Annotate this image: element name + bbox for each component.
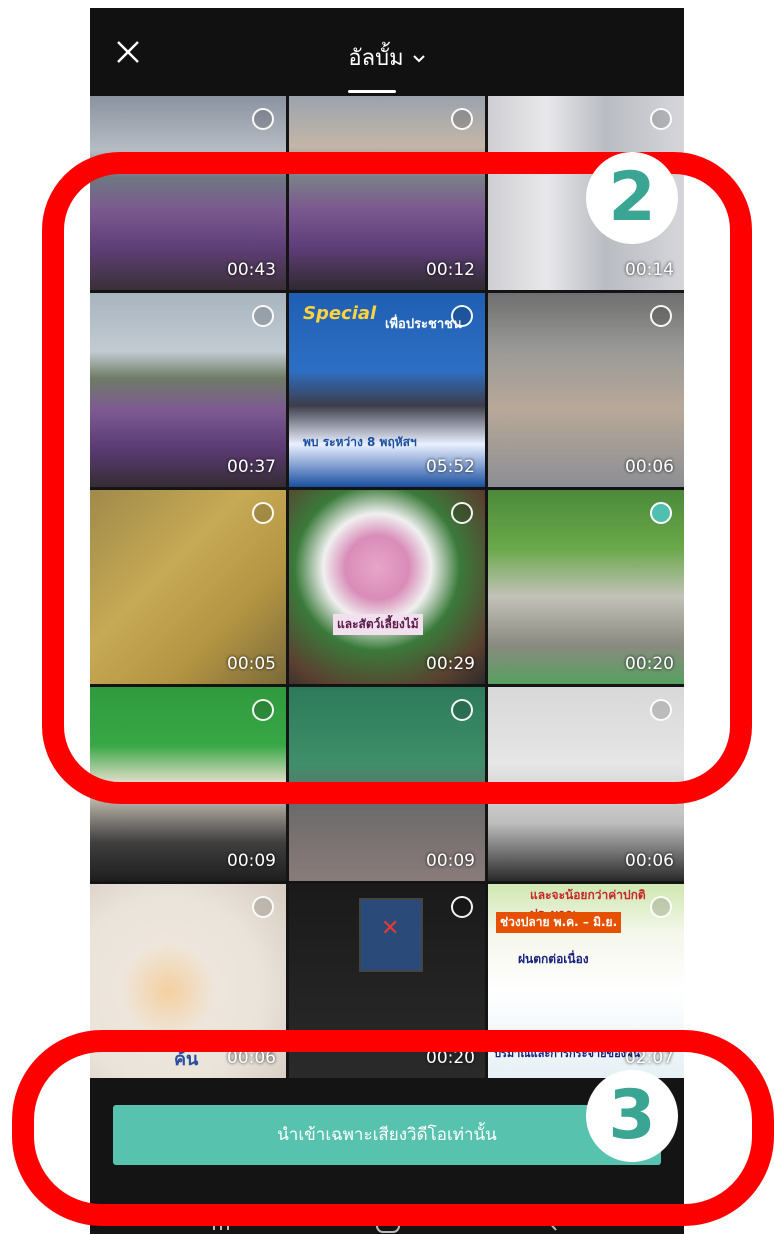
annotation-badge-2: 2 <box>586 152 678 244</box>
duration-label: 00:09 <box>227 851 276 871</box>
thumbnail-text: ช่วงปลาย พ.ค. – มิ.ย. <box>496 912 622 933</box>
annotation-highlight-2 <box>42 152 752 804</box>
chevron-down-icon <box>412 55 425 63</box>
select-circle[interactable] <box>650 108 672 130</box>
album-selector[interactable]: อัลบั้ม <box>90 40 684 75</box>
select-circle[interactable] <box>252 108 274 130</box>
close-icon: ✕ <box>381 916 400 941</box>
album-title-label: อัลบั้ม <box>348 46 404 71</box>
select-circle[interactable] <box>650 896 672 918</box>
annotation-badge-3: 3 <box>586 1070 678 1162</box>
select-circle[interactable] <box>451 896 473 918</box>
duration-label: 00:06 <box>625 851 674 871</box>
select-circle[interactable] <box>451 108 473 130</box>
title-underline <box>348 90 396 93</box>
select-circle[interactable] <box>252 896 274 918</box>
duration-label: 00:09 <box>426 851 475 871</box>
header: อัลบั้ม <box>90 8 684 96</box>
thumbnail-text: ฝนตกต่อเนื่อง <box>518 952 589 966</box>
